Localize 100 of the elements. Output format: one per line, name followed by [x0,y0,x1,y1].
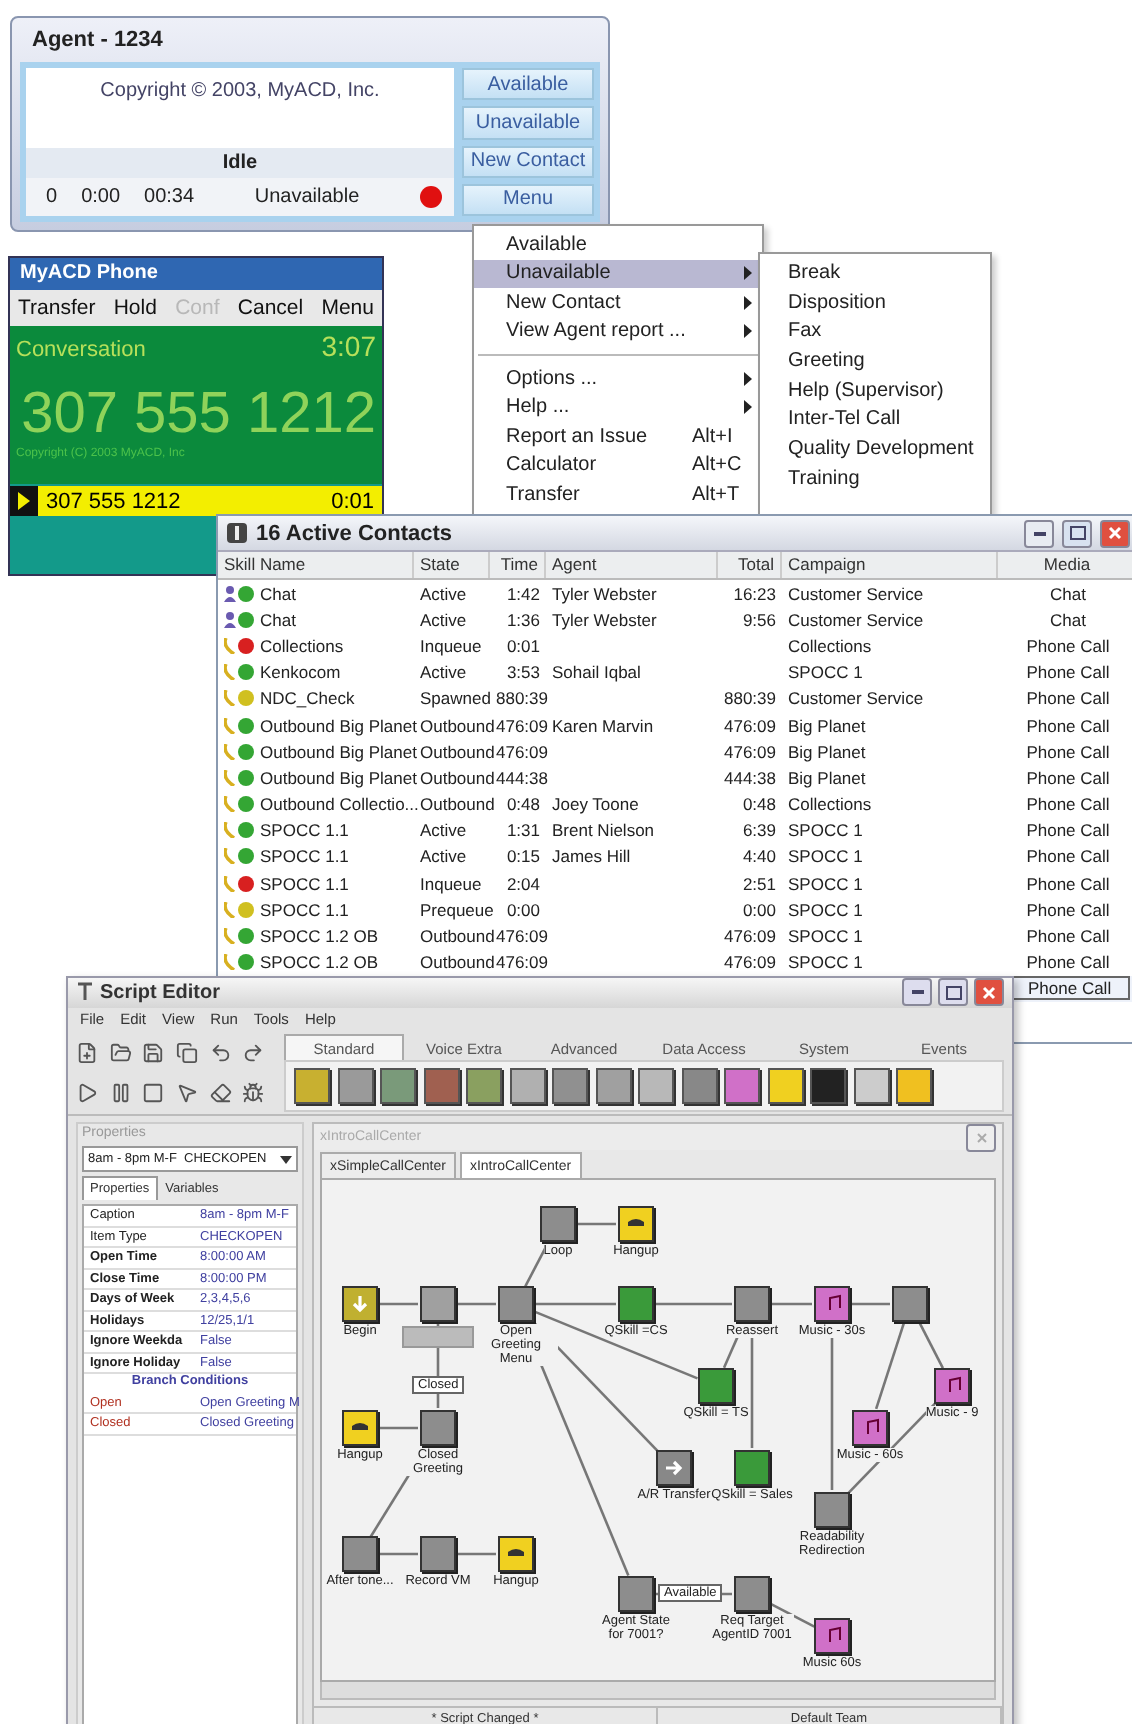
pause-icon[interactable] [109,1081,132,1104]
copyright-text: Copyright © 2003, MyACD, Inc. [26,68,454,148]
undo-icon[interactable] [209,1042,232,1065]
close-button[interactable] [974,978,1004,1007]
flow-node-icon[interactable] [420,1410,456,1446]
table-cell-text: 476:09 [722,926,778,947]
agent-button[interactable]: Menu [462,183,594,216]
minimize-button[interactable] [1024,519,1054,547]
menu-item[interactable]: Break [760,260,990,290]
tool-icon[interactable] [595,1068,631,1104]
connector-line [380,1552,418,1556]
column-header[interactable]: Total [718,552,782,578]
tool-icon[interactable] [681,1068,717,1104]
stop-icon[interactable] [142,1081,165,1104]
maximize-button[interactable] [938,978,968,1007]
flow-node-icon[interactable] [498,1536,534,1572]
tool-icon[interactable] [853,1068,889,1104]
close-button[interactable] [1100,519,1130,547]
agent-button[interactable]: Available [462,68,594,101]
agent-button[interactable]: New Contact [462,145,594,178]
connector-line [772,1302,812,1306]
menu-item[interactable]: Quality Development [760,436,990,466]
flow-node-icon[interactable] [618,1286,654,1322]
table-cell-text: 9:56 [740,609,778,630]
table-cell-text: SPOCC 1 [786,926,865,947]
menu-item[interactable]: Unavailable [474,259,762,288]
column-header[interactable]: Time [490,552,546,578]
eraser-icon[interactable] [209,1081,232,1104]
menu-item[interactable]: Available [474,230,762,259]
bug-icon[interactable] [242,1081,265,1104]
copy-icon[interactable] [175,1042,198,1065]
menu-item[interactable]: Training [760,465,990,495]
flow-node-icon[interactable] [698,1368,734,1404]
flow-node-icon[interactable] [734,1450,770,1486]
table-cell-text: Phone Call [1024,686,1112,711]
flow-node-icon[interactable] [498,1286,534,1322]
tool-icon[interactable] [423,1068,459,1104]
toolbar-button[interactable]: Transfer [18,296,96,320]
play-icon[interactable] [76,1081,98,1104]
toolbar-button[interactable]: Cancel [237,296,304,320]
flow-node-icon[interactable] [342,1536,378,1572]
tool-icon[interactable] [509,1068,545,1104]
table-cell-text: 0:00 [740,899,778,920]
toolbar-button[interactable]: Menu [321,296,374,320]
menu-item[interactable]: Report an Issue Alt+I [474,422,762,451]
flow-node-icon[interactable] [618,1206,654,1242]
menu-item[interactable]: View Agent report ... [474,317,762,346]
flow-node-icon[interactable] [656,1450,692,1486]
connector-line [656,1302,732,1306]
table-cell-text: 1:31 [504,820,542,841]
table-cell-text: Outbound Collectio... [258,794,414,815]
close-button[interactable] [966,1123,996,1151]
agent-button[interactable]: Unavailable [462,106,594,139]
table-cell-text: Outbound [418,952,490,973]
flow-node-icon[interactable] [540,1206,576,1242]
menu-item[interactable]: Greeting [760,348,990,378]
folder-icon[interactable] [109,1042,132,1065]
column-header[interactable]: Skill Name [218,552,414,578]
tool-icon[interactable] [337,1068,373,1104]
flow-node-icon[interactable] [892,1286,928,1322]
flow-node-icon[interactable] [420,1286,456,1322]
menu-item[interactable]: Disposition [760,289,990,319]
flow-node-icon[interactable] [814,1492,850,1528]
tool-icon[interactable] [767,1068,803,1104]
flow-node-icon[interactable] [934,1368,970,1404]
menu-item[interactable]: Transfer Alt+T [474,480,762,509]
table-cell-text: Outbound [418,741,490,762]
scrollbar[interactable] [320,1682,996,1700]
menu-item[interactable]: Options ... [474,364,762,393]
maximize-button[interactable] [1062,519,1092,547]
menu-item[interactable]: Inter-Tel Call [760,406,990,437]
menu-item[interactable]: New Contact [474,288,762,317]
toolbar-button[interactable]: Hold [113,296,157,320]
redo-icon[interactable] [242,1042,265,1065]
menu-item[interactable]: Fax [760,318,990,349]
save-icon[interactable] [142,1042,165,1065]
connector-line [380,1426,418,1430]
pointer-icon[interactable] [175,1081,198,1104]
menu-item[interactable]: Calculator Alt+C [474,451,762,480]
flow-node-icon[interactable] [734,1286,770,1322]
tool-icon[interactable] [638,1068,674,1104]
flow-node-icon[interactable] [618,1576,654,1612]
column-header[interactable]: Campaign [782,552,998,578]
tool-icon[interactable] [294,1068,330,1104]
menu-item[interactable]: Help (Supervisor) [760,377,990,407]
flow-node-icon[interactable] [342,1286,378,1322]
column-header[interactable]: Agent [546,552,718,578]
flow-node-icon[interactable] [852,1410,888,1446]
new-file-icon[interactable] [76,1042,98,1065]
flow-node-icon[interactable] [342,1410,378,1446]
column-header[interactable]: Media [998,552,1132,578]
column-header[interactable]: State [414,552,490,578]
flow-node-icon[interactable] [814,1618,850,1654]
flow-node-icon[interactable] [734,1576,770,1612]
tool-icon[interactable] [896,1068,932,1104]
minimize-button[interactable] [902,978,932,1007]
menu-item[interactable]: Help ... [474,393,762,422]
line-number: 307 555 1212 [44,489,183,513]
flow-node-icon[interactable] [420,1536,456,1572]
flow-node-icon[interactable] [814,1286,850,1322]
